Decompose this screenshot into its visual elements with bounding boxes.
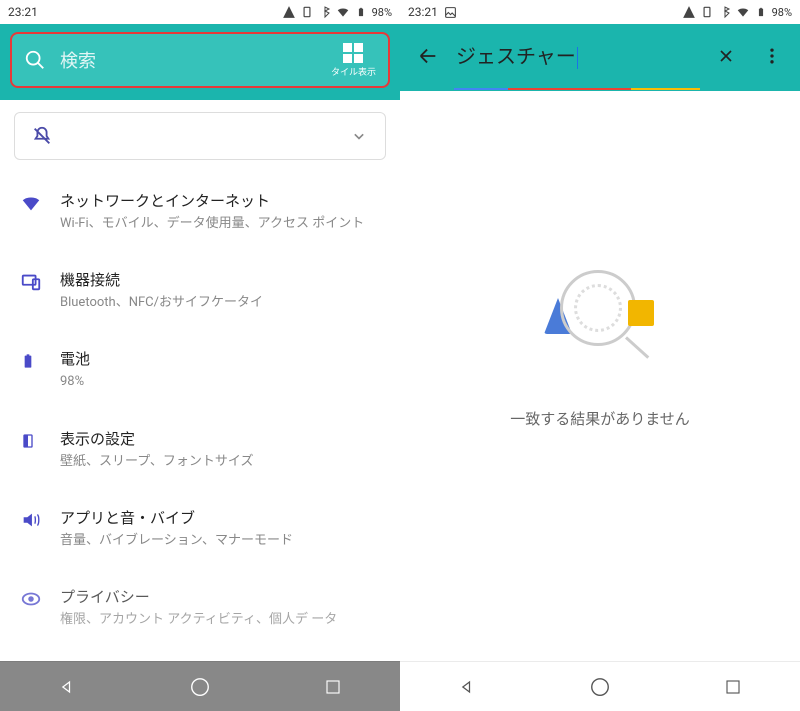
setting-title: 電池 bbox=[60, 348, 380, 369]
setting-subtitle: 音量、バイブレーション、マナーモード bbox=[60, 532, 380, 550]
setting-title: 機器接続 bbox=[60, 269, 380, 290]
chevron-down-icon bbox=[349, 126, 369, 146]
status-time: 23:21 bbox=[8, 5, 38, 19]
dotted-circle bbox=[574, 284, 622, 332]
setting-row-devices[interactable]: 機器接続 Bluetooth、NFC/おサイフケータイ bbox=[0, 251, 400, 330]
search-query-text: ジェスチャー bbox=[456, 44, 576, 68]
square-shape bbox=[628, 300, 654, 326]
search-input[interactable]: ジェスチャー bbox=[454, 34, 700, 77]
wifi-icon bbox=[20, 192, 60, 214]
status-bar: 23:21 98% bbox=[0, 0, 400, 24]
setting-title: プライバシー bbox=[60, 586, 380, 607]
nav-recent-button[interactable] bbox=[321, 675, 345, 699]
screen-settings: 23:21 98% 検索 タイル表示 bbox=[0, 0, 400, 711]
nav-home-button[interactable] bbox=[588, 675, 612, 699]
search-underline bbox=[454, 75, 700, 77]
battery-icon bbox=[20, 350, 60, 372]
wifi-icon bbox=[336, 5, 350, 19]
settings-search-box[interactable]: 検索 タイル表示 bbox=[10, 32, 390, 88]
battery-percent: 98% bbox=[372, 6, 392, 19]
screen-search-results: 23:21 98% ジェスチャー bbox=[400, 0, 800, 711]
battery-percent: 98% bbox=[772, 6, 792, 19]
empty-graphic bbox=[540, 264, 660, 384]
vibrate-icon bbox=[700, 5, 714, 19]
nav-home-button[interactable] bbox=[188, 675, 212, 699]
setting-title: 表示の設定 bbox=[60, 428, 380, 449]
settings-list: ネットワークとインターネット Wi-Fi、モバイル、データ使用量、アクセス ポイ… bbox=[0, 100, 400, 661]
search-header: ジェスチャー bbox=[400, 24, 800, 91]
text-cursor bbox=[577, 47, 578, 69]
settings-search-header: 検索 タイル表示 bbox=[0, 24, 400, 100]
nav-back-button[interactable] bbox=[455, 675, 479, 699]
setting-subtitle: 壁紙、スリープ、フォントサイズ bbox=[60, 453, 380, 471]
back-button[interactable] bbox=[408, 36, 448, 76]
battery-icon bbox=[354, 5, 368, 19]
volume-icon bbox=[20, 509, 60, 531]
search-placeholder: 検索 bbox=[60, 47, 331, 73]
empty-message: 一致する結果がありません bbox=[510, 408, 690, 429]
setting-row-display[interactable]: 表示の設定 壁紙、スリープ、フォントサイズ bbox=[0, 410, 400, 489]
signal-icon bbox=[282, 5, 296, 19]
privacy-icon bbox=[20, 588, 60, 610]
nav-recent-button[interactable] bbox=[721, 675, 745, 699]
magnifier-handle bbox=[625, 336, 649, 358]
more-menu-button[interactable] bbox=[752, 36, 792, 76]
setting-subtitle: 権限、アカウント アクティビティ、個人デ ータ bbox=[60, 611, 380, 629]
navigation-bar bbox=[400, 661, 800, 711]
bluetooth-status-icon bbox=[718, 5, 732, 19]
wifi-icon bbox=[736, 5, 750, 19]
search-icon bbox=[24, 49, 46, 71]
setting-title: アプリと音・バイブ bbox=[60, 507, 380, 528]
setting-subtitle: Wi-Fi、モバイル、データ使用量、アクセス ポイント bbox=[60, 215, 380, 233]
bell-off-icon bbox=[31, 125, 53, 147]
vibrate-icon bbox=[300, 5, 314, 19]
nav-back-button[interactable] bbox=[55, 675, 79, 699]
grid-icon bbox=[343, 43, 363, 63]
navigation-bar bbox=[0, 661, 400, 711]
quick-settings-card[interactable] bbox=[14, 112, 386, 160]
battery-icon bbox=[754, 5, 768, 19]
setting-title: ネットワークとインターネット bbox=[60, 190, 380, 211]
bluetooth-status-icon bbox=[318, 5, 332, 19]
setting-row-network[interactable]: ネットワークとインターネット Wi-Fi、モバイル、データ使用量、アクセス ポイ… bbox=[0, 172, 400, 251]
setting-subtitle: 98% bbox=[60, 373, 380, 391]
setting-row-apps-sound[interactable]: アプリと音・バイブ 音量、バイブレーション、マナーモード bbox=[0, 489, 400, 568]
tile-label: タイル表示 bbox=[331, 65, 376, 78]
display-icon bbox=[20, 430, 60, 452]
setting-row-battery[interactable]: 電池 98% bbox=[0, 330, 400, 409]
status-bar: 23:21 98% bbox=[400, 0, 800, 24]
setting-subtitle: Bluetooth、NFC/おサイフケータイ bbox=[60, 294, 380, 312]
tile-view-toggle[interactable]: タイル表示 bbox=[331, 43, 376, 78]
image-notification-icon bbox=[444, 5, 458, 19]
signal-icon bbox=[682, 5, 696, 19]
empty-results: 一致する結果がありません bbox=[400, 91, 800, 661]
status-time: 23:21 bbox=[408, 5, 438, 19]
devices-icon bbox=[20, 271, 60, 293]
setting-row-privacy[interactable]: プライバシー 権限、アカウント アクティビティ、個人デ ータ bbox=[0, 568, 400, 647]
clear-search-button[interactable] bbox=[706, 36, 746, 76]
